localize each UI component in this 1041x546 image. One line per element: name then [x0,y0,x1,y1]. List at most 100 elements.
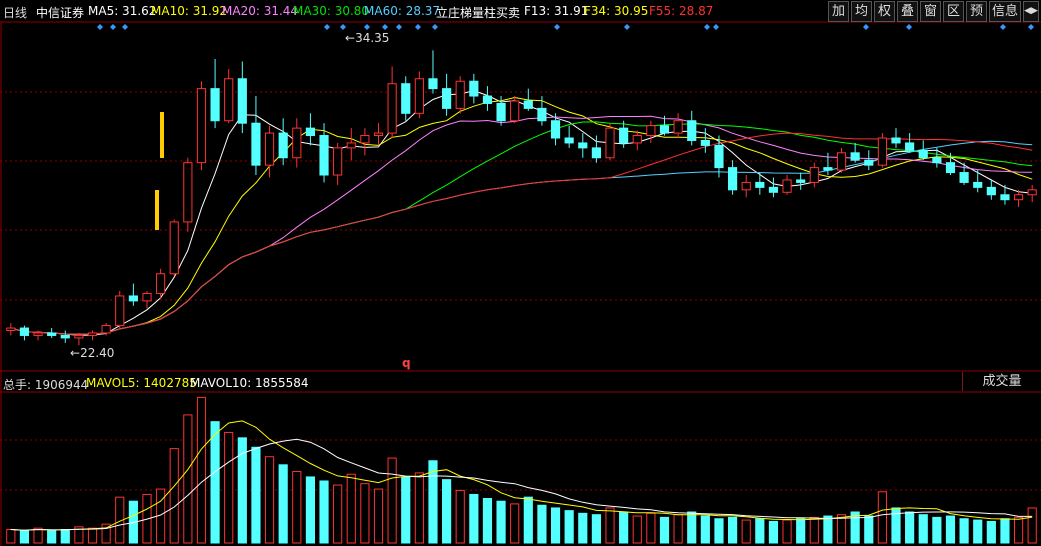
candle-body-43 [591,147,601,159]
candle-body-27 [373,132,384,137]
candle-71 [973,170,983,193]
candle-body-24 [333,147,343,176]
volume-bar-57 [782,519,792,544]
scroll-arrows-icon[interactable]: ◀▶ [1023,1,1039,22]
signal-diamond-6 [382,24,388,30]
volume-bar-2 [33,527,43,544]
candle-body-56 [768,186,779,193]
volume-bar-58 [796,518,806,544]
volume-bar-36 [496,500,506,544]
candle-61 [836,147,847,173]
candle-body-20 [278,132,288,159]
info-button[interactable]: 信息 [989,1,1021,22]
q-marker: q [402,356,411,370]
candle-body-71 [973,181,983,188]
candle-body-75 [1027,189,1037,196]
candle-body-49 [673,120,683,134]
volume-bar-50 [687,511,697,544]
volume-bar-39 [537,504,547,544]
range-button[interactable]: 区 [943,1,964,22]
signal-diamond-4 [340,24,346,30]
volume-bar-1 [19,530,30,544]
candle-body-9 [128,295,138,302]
volume-bar-67 [918,514,928,544]
candle-58 [796,172,806,190]
overlay-button[interactable]: 叠 [897,1,918,22]
candle-27 [373,123,384,146]
candle-46 [632,130,642,151]
candlesticks [6,50,1037,346]
candle-66 [905,133,915,153]
signal-diamond-1 [110,24,116,30]
signal-diamond-3 [324,24,330,30]
candle-12 [169,219,179,277]
volume-bar-45 [619,511,629,544]
forecast-button[interactable]: 预 [966,1,987,22]
add-button[interactable]: 加 [828,1,849,22]
candle-body-69 [945,162,956,174]
volume-bar-71 [973,519,983,544]
signal-diamond-5 [364,24,370,30]
candle-body-45 [619,127,629,144]
volume-tab[interactable]: 成交量 [962,372,1041,391]
candle-body-3 [47,332,57,336]
candle-body-17 [237,78,247,124]
volume-bar-41 [564,510,574,544]
candle-29 [401,76,411,121]
candle-53 [728,160,738,195]
candle-body-67 [918,149,928,159]
candle-13 [183,157,193,232]
candle-8 [115,291,125,329]
window-button[interactable]: 窗 [920,1,941,22]
volume-bar-51 [700,515,710,544]
candle-44 [605,123,615,161]
candle-body-46 [632,135,642,144]
candle-body-55 [755,181,765,188]
candle-body-8 [115,295,125,327]
candle-body-70 [959,172,969,183]
candle-body-22 [305,127,316,137]
candle-33 [455,76,465,114]
candle-body-41 [564,137,574,144]
volume-bar-16 [224,431,234,544]
volume-bar-47 [646,512,656,544]
candle-body-51 [700,139,710,146]
average-button[interactable]: 均 [851,1,872,22]
stock-chart[interactable] [0,0,1041,546]
candle-4 [60,330,70,343]
signal-bar-1 [155,190,159,230]
candle-41 [564,125,574,148]
candle-28 [387,66,397,138]
candle-24 [333,142,343,185]
candle-body-64 [877,137,887,166]
volume-bar-52 [714,518,724,544]
candle-body-73 [1000,194,1010,201]
volume-bar-6 [87,527,98,544]
low-price-annotation: ←22.40 [70,346,115,360]
candle-30 [414,71,424,119]
ma10-line [10,96,1033,335]
volume-bar-19 [264,456,275,544]
candle-body-4 [60,334,70,339]
volume-bar-61 [836,514,847,544]
low-price-value: 22.40 [80,346,115,360]
candle-67 [918,140,928,161]
volume-bar-18 [251,446,261,544]
candle-31 [428,50,438,94]
candle-body-25 [346,142,356,149]
candle-21 [292,118,302,168]
candle-1 [19,325,30,341]
candle-body-40 [550,120,561,139]
candle-32 [442,73,452,116]
candle-body-18 [251,122,261,166]
signal-diamond-9 [432,24,438,30]
candle-body-47 [646,125,656,137]
candle-body-21 [292,127,302,159]
candle-body-7 [101,325,111,334]
candle-72 [986,179,996,200]
candle-body-11 [156,273,166,294]
volume-bar-26 [360,483,370,544]
candle-body-58 [796,179,806,183]
candle-body-0 [6,327,16,332]
rights-button[interactable]: 权 [874,1,895,22]
